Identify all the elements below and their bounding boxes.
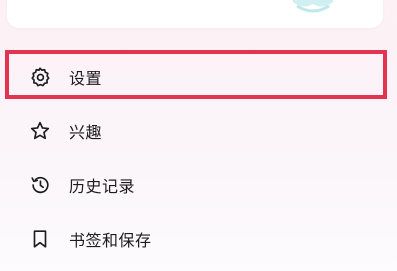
profile-card-illustration — [283, 0, 343, 18]
menu-item-history[interactable]: 历史记录 — [0, 160, 397, 210]
profile-card[interactable] — [7, 0, 383, 28]
bookmark-icon — [29, 228, 51, 250]
menu-item-bookmarks[interactable]: 书签和保存 — [0, 214, 397, 264]
star-icon — [29, 120, 51, 142]
menu-item-label: 兴趣 — [69, 123, 103, 142]
menu-item-label: 设置 — [69, 69, 103, 88]
history-icon — [29, 174, 51, 196]
gear-icon — [29, 66, 51, 88]
menu-item-interests[interactable]: 兴趣 — [0, 106, 397, 156]
menu-item-label: 历史记录 — [69, 177, 136, 196]
menu-item-label: 书签和保存 — [69, 231, 152, 250]
menu-item-settings[interactable]: 设置 — [0, 52, 397, 102]
